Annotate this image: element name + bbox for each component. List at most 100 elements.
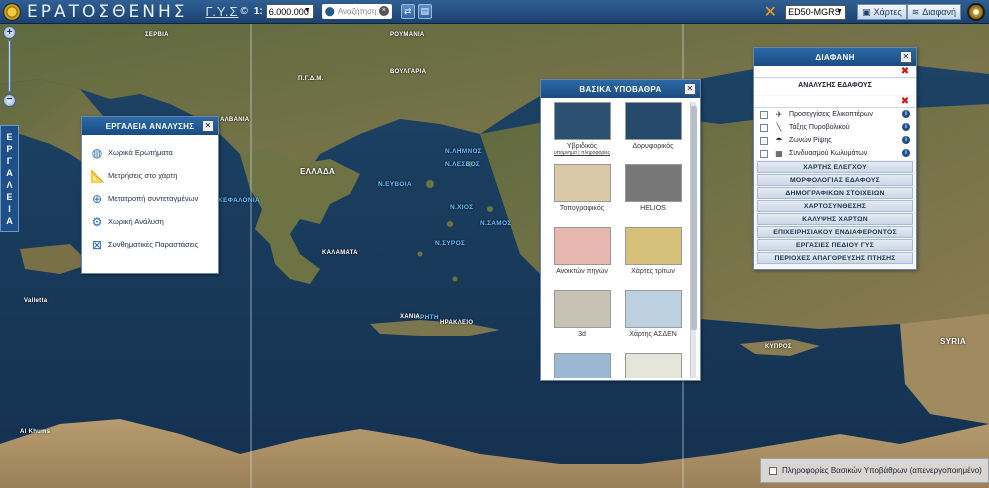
clear-all-icon[interactable]: ✖: [900, 67, 910, 77]
category-terrain-morphology[interactable]: ΜΟΡΦΟΛΟΓΙΑΣ ΕΔΑΦΟΥΣ: [757, 174, 913, 186]
analysis-tools-header[interactable]: ΕΡΓΑΛΕΙΑ ΑΝΑΛΥΣΗΣ ✕: [82, 117, 218, 135]
basemap-3d[interactable]: 3d: [551, 290, 613, 338]
coordinate-conversion-item[interactable]: ⊕ Μετατροπή συντεταγμένων: [82, 187, 218, 210]
overlays-toolbar: ✖: [754, 66, 916, 78]
category-operational-interest[interactable]: ΕΠΙΧΕΙΡΗΣΙΑΚΟΥ ΕΝΔΙΑΦΕΡΟΝΤΟΣ: [757, 226, 913, 238]
artillery-icon: ╲: [776, 123, 782, 132]
category-no-fly-zones[interactable]: ΠΕΡΙΟΧΕΣ ΑΠΑΓΟΡΕΥΣΗΣ ΠΤΗΣΗΣ: [757, 252, 913, 264]
map-label: Ν.ΧΙΟΣ: [450, 204, 474, 211]
location-pin-icon: ⬤: [324, 6, 335, 16]
basemap-thumbnail[interactable]: [624, 227, 682, 265]
layer-checkbox[interactable]: [760, 136, 768, 145]
panel-title: ΔΙΑΦΑΝΗ: [815, 52, 855, 62]
spatial-queries-item[interactable]: ◍ Χωρικά Ερωτήματα: [82, 141, 218, 164]
basemap-third-party[interactable]: Χάρτες τρίτων: [622, 227, 684, 275]
tools-cross-icon[interactable]: ✕: [764, 2, 777, 22]
print-button[interactable]: ▤: [417, 4, 432, 19]
layer-checkbox[interactable]: [760, 110, 768, 119]
category-control-map[interactable]: ΧΑΡΤΗΣ ΕΛΕΓΧΟΥ: [757, 161, 913, 173]
basemap-thumbnail[interactable]: [553, 102, 611, 140]
map-label: Ν.ΛΕΣΒΟΣ: [445, 161, 481, 168]
scale-select[interactable]: 6.000.000 ▼: [265, 4, 314, 19]
close-icon[interactable]: ✕: [900, 51, 912, 63]
layer-obstacles[interactable]: ▦ Συνδυασμού Κωλυμάτων i: [754, 147, 916, 160]
tools-tab-letter: Α: [6, 167, 13, 178]
category-demographics[interactable]: ΔΗΜΟΓΡΑΦΙΚΩΝ ΣΤΟΙΧΕΙΩΝ: [757, 187, 913, 199]
tools-tab-letter: Ε: [6, 191, 13, 202]
item-label: Χωρική Ανάλυση: [108, 217, 164, 226]
zoom-slider[interactable]: [8, 40, 11, 92]
basemap-thumbnail[interactable]: [553, 290, 611, 328]
info-icon[interactable]: i: [902, 149, 910, 157]
maps-button[interactable]: ▣ Χάρτες: [857, 4, 907, 20]
basemap-thumbnail[interactable]: [553, 353, 611, 378]
map-label: Al Khums: [20, 429, 51, 435]
item-label: Μετατροπή συντεταγμένων: [108, 194, 199, 203]
zoom-out-button[interactable]: −: [3, 94, 16, 107]
layer-label: Συνδυασμού Κωλυμάτων: [789, 150, 868, 157]
basemap-thumbnail[interactable]: [553, 227, 611, 265]
overlays-label: Διαφανή: [922, 7, 956, 17]
category-map-coverage[interactable]: ΚΑΛΥΨΗΣ ΧΑΡΤΩΝ: [757, 213, 913, 225]
basemap-thumbnail[interactable]: [624, 164, 682, 202]
map-label: ΑΛΒΑΝΙΑ: [220, 117, 250, 123]
basemap-thumbnail[interactable]: [553, 164, 611, 202]
basemaps-header[interactable]: ΒΑΣΙΚΑ ΥΠΟΒΑΘΡΑ ✕: [541, 80, 700, 98]
coordinate-system-select[interactable]: ED50-MGRS ▼: [785, 4, 847, 20]
layer-artillery[interactable]: ╲ Τάξης Πυροβολικού i: [754, 121, 916, 134]
layer-drop-zones[interactable]: ☂ Ζωνών Ρίψης i: [754, 134, 916, 147]
basemap-extra-2[interactable]: [622, 353, 684, 378]
info-icon[interactable]: i: [902, 123, 910, 131]
layer-label: Προσεγγίσεις Ελικοπτέρων: [789, 111, 873, 118]
parachute-icon: ☂: [775, 136, 783, 145]
terrain-analysis-title[interactable]: ΑΝΑΛΥΣΗΣ ΕΔΑΦΟΥΣ: [754, 79, 916, 95]
analysis-tools-list: ◍ Χωρικά Ερωτήματα 📐 Μετρήσεις στο χάρτη…: [82, 135, 218, 256]
clear-terrain-icon[interactable]: ✖: [900, 97, 910, 107]
basemap-helios[interactable]: HELIOS: [622, 164, 684, 212]
print-icon: ▤: [420, 6, 430, 16]
obstacle-icon: ▦: [775, 149, 783, 158]
close-icon[interactable]: ✕: [202, 120, 214, 132]
tactical-symbols-item[interactable]: ⊠ Συνθηματικές Παραστάσεις: [82, 233, 218, 256]
scrollbar-thumb[interactable]: [691, 106, 697, 330]
category-field-work[interactable]: ΕΡΓΑΣΙΕΣ ΠΕΔΙΟΥ ΓΥΣ: [757, 239, 913, 251]
basemap-thumbnail[interactable]: [624, 290, 682, 328]
basemap-open-sources[interactable]: Ανοικτών πηγών: [551, 227, 613, 275]
close-icon[interactable]: ✕: [684, 83, 696, 95]
basemap-satellite[interactable]: Δορυφορικός: [622, 102, 684, 150]
basemap-hybrid[interactable]: Υβριδικός υπόμνημα | πληροφορίες: [551, 102, 613, 156]
clear-search-icon[interactable]: ×: [378, 6, 389, 16]
copyright-icon: ©: [240, 6, 248, 17]
info-icon[interactable]: i: [902, 136, 910, 144]
spatial-analysis-item[interactable]: ⚙ Χωρική Ανάλυση: [82, 210, 218, 233]
basemap-info-toggle[interactable]: Πληροφορίες Βασικών Υποβάθρων (απενεργοπ…: [760, 458, 989, 483]
panel-title: ΕΡΓΑΛΕΙΑ ΑΝΑΛΥΣΗΣ: [105, 121, 195, 131]
basemap-topographic[interactable]: Τοπογραφικός: [551, 164, 613, 212]
overlays-button[interactable]: ≋ Διαφανή: [906, 4, 961, 20]
map-label: ΗΡΑΚΛΕΙΟ: [440, 320, 474, 326]
overlays-header[interactable]: ΔΙΑΦΑΝΗ ✕: [754, 48, 916, 66]
layer-helicopter-approaches[interactable]: ✈ Προσεγγίσεις Ελικοπτέρων i: [754, 108, 916, 121]
tactical-symbol-icon: ⊠: [91, 237, 103, 252]
basemap-asden[interactable]: Χάρτης ΑΣΔΕΝ: [622, 290, 684, 338]
search-input[interactable]: ⬤ Αναζήτηση ×: [321, 4, 392, 19]
map-measurements-item[interactable]: 📐 Μετρήσεις στο χάρτη: [82, 164, 218, 187]
zoom-in-button[interactable]: +: [3, 26, 16, 39]
terrain-toolbar: ✖: [754, 96, 916, 108]
basemap-thumbnail[interactable]: [624, 102, 682, 140]
layer-checkbox[interactable]: [760, 149, 768, 158]
category-map-composition[interactable]: ΧΑΡΤΟΣΥΝΘΕΣΗΣ: [757, 200, 913, 212]
panel-title: ΒΑΣΙΚΑ ΥΠΟΒΑΘΡΑ: [579, 84, 662, 94]
basemap-info-checkbox[interactable]: [769, 466, 777, 475]
tools-side-tab[interactable]: Ε Ρ Γ Α Λ Ε Ι Α: [0, 125, 19, 232]
basemap-sublinks[interactable]: υπόμνημα | πληροφορίες: [551, 150, 613, 156]
info-icon[interactable]: i: [902, 110, 910, 118]
overlays-panel: ΔΙΑΦΑΝΗ ✕ ✖ ΑΝΑΛΥΣΗΣ ΕΔΑΦΟΥΣ ✖ ✈ Προσεγγ…: [753, 47, 917, 270]
map-label: Valletta: [24, 298, 48, 304]
layer-checkbox[interactable]: [760, 123, 768, 132]
ruler-icon: 📐: [90, 168, 105, 183]
share-button[interactable]: ⇄: [400, 4, 415, 19]
basemap-thumbnail[interactable]: [624, 353, 682, 378]
basemap-extra-1[interactable]: [551, 353, 613, 378]
basemaps-scrollbar[interactable]: [690, 102, 697, 378]
